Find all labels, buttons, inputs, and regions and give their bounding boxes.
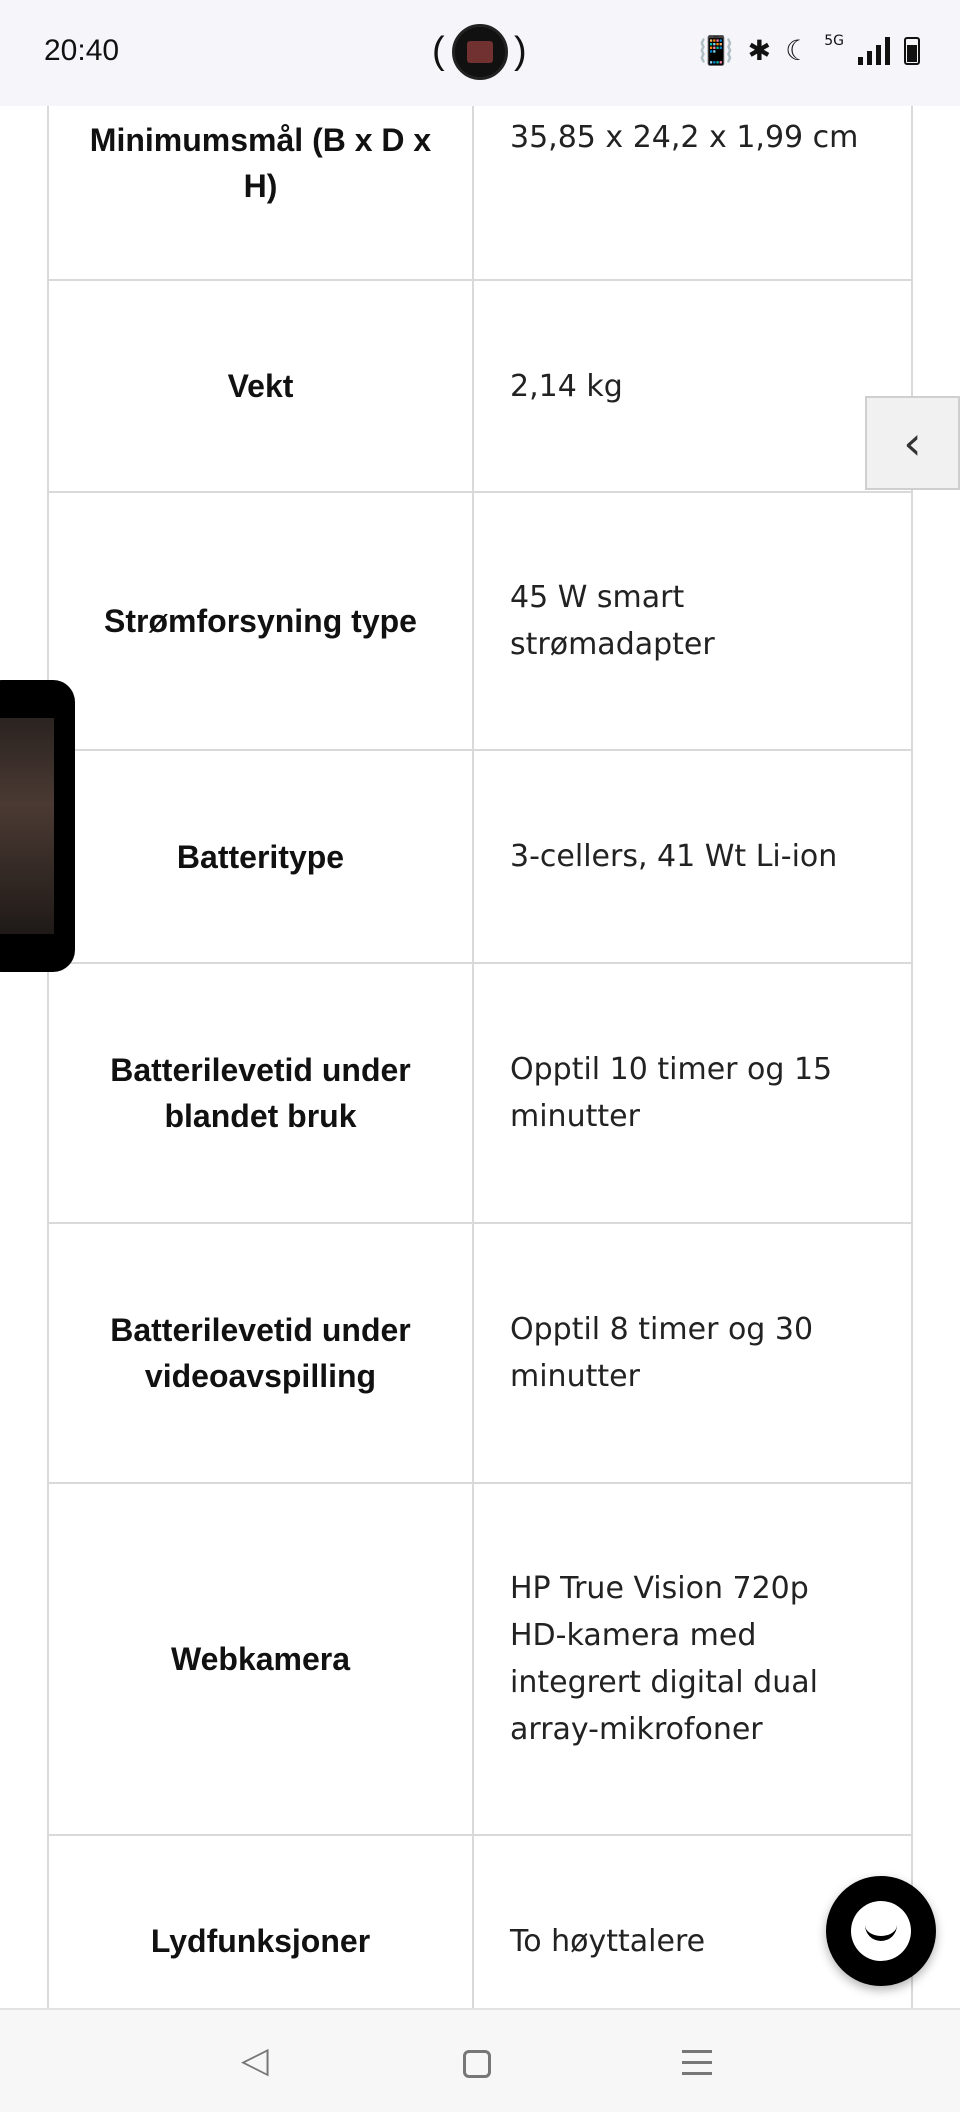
spec-label: Strømforsyning type xyxy=(49,493,474,749)
left-paren: ( xyxy=(432,30,445,72)
battery-icon xyxy=(904,36,920,65)
avatar xyxy=(452,24,508,80)
system-icons: 📳 ✱ ☾ 5G xyxy=(698,32,920,67)
spec-value: Opptil 8 timer og 30 minutter xyxy=(510,1312,814,1394)
spec-value: 45 W smart strømadapter xyxy=(510,580,715,662)
status-bar: 20:40 ( ) 📳 ✱ ☾ 5G xyxy=(0,0,960,106)
chat-button[interactable] xyxy=(826,1876,936,1986)
spec-label: Batterilevetid under blandet bruk xyxy=(49,964,474,1222)
system-nav-bar: ◁ xyxy=(0,2008,960,2112)
dnd-moon-icon: ☾ xyxy=(785,34,811,67)
home-icon[interactable] xyxy=(463,2050,491,2078)
bluetooth-icon: ✱ xyxy=(747,34,772,67)
screen-recording-indicator[interactable]: ( ) xyxy=(428,22,532,84)
right-paren: ) xyxy=(514,30,527,72)
table-row: Vekt 2,14 kg xyxy=(47,281,913,493)
table-row: Batterilevetid under blandet bruk Opptil… xyxy=(47,964,913,1224)
chat-icon xyxy=(851,1901,911,1961)
table-row: Batteritype 3-cellers, 41 Wt Li-ion xyxy=(47,751,913,964)
spec-label: Batterilevetid under videoavspilling xyxy=(49,1224,474,1482)
spec-value: 3-cellers, 41 Wt Li-ion xyxy=(510,839,838,874)
spec-label: Batteritype xyxy=(49,751,474,962)
chevron-left-icon: ‹ xyxy=(903,416,922,470)
spec-label: Minimumsmål (B x D x H) xyxy=(49,106,474,279)
recent-apps-icon[interactable] xyxy=(682,2050,712,2083)
spec-value: HP True Vision 720p HD-kamera med integr… xyxy=(510,1571,818,1747)
network-type-label: 5G xyxy=(824,32,844,49)
signal-icon xyxy=(858,36,890,65)
table-row: Webkamera HP True Vision 720p HD-kamera … xyxy=(47,1484,913,1836)
floating-video-preview[interactable] xyxy=(0,680,75,972)
spec-value: 35,85 x 24,2 x 1,99 cm xyxy=(510,120,859,155)
vibrate-icon: 📳 xyxy=(698,34,734,67)
back-icon[interactable]: ◁ xyxy=(241,2040,269,2081)
table-row: Minimumsmål (B x D x H) 35,85 x 24,2 x 1… xyxy=(47,106,913,281)
spec-value: 2,14 kg xyxy=(510,368,623,404)
spec-label: Webkamera xyxy=(49,1484,474,1834)
status-time: 20:40 xyxy=(44,34,120,67)
video-frame xyxy=(0,718,54,934)
spec-table: Minimumsmål (B x D x H) 35,85 x 24,2 x 1… xyxy=(47,106,913,2046)
spec-value: Opptil 10 timer og 15 minutter xyxy=(510,1052,833,1134)
table-row: Strømforsyning type 45 W smart strømadap… xyxy=(47,493,913,751)
table-row: Batterilevetid under videoavspilling Opp… xyxy=(47,1224,913,1484)
side-panel-toggle-button[interactable]: ‹ xyxy=(865,396,960,490)
spec-label: Vekt xyxy=(49,281,474,491)
